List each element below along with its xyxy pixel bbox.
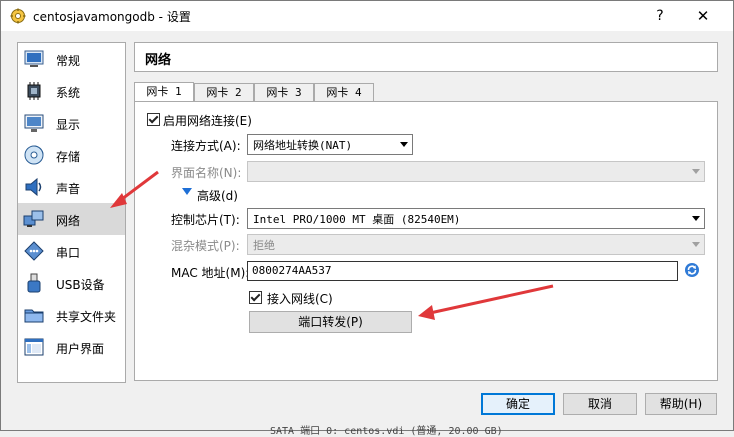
annotation-arrow-network	[110, 170, 159, 208]
annotation-arrow-port-forwarding	[418, 284, 554, 320]
annotation-arrows	[110, 170, 554, 320]
